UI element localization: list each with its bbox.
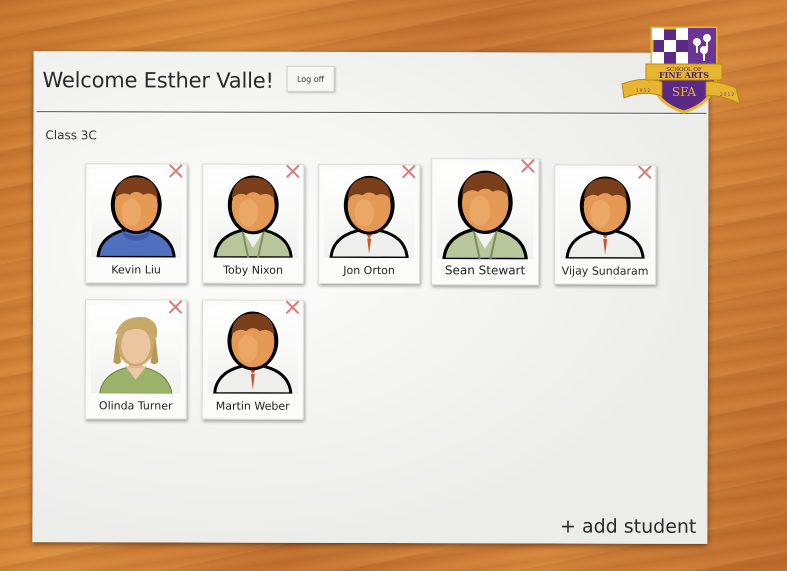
class-name-label: Class 3C [45, 128, 97, 143]
add-student-button[interactable]: + add student [560, 515, 696, 537]
remove-student-icon[interactable] [401, 164, 416, 179]
svg-text:FINE ARTS: FINE ARTS [659, 70, 709, 80]
student-name: Kevin Liu [111, 263, 161, 277]
school-crest-logo: SCHOOL OF FINE ARTS SFA 1 9 5 2 2 0 1 2 [621, 26, 741, 114]
student-avatar [90, 305, 181, 394]
student-card[interactable]: Sean Stewart [431, 158, 540, 286]
student-name: Vijay Sundaram [561, 264, 649, 278]
header-divider [36, 111, 707, 114]
student-card[interactable]: Toby Nixon [202, 163, 305, 284]
svg-text:1 9 5 2: 1 9 5 2 [636, 88, 650, 93]
student-card[interactable]: Vijay Sundaram [554, 164, 657, 285]
student-name: Jon Orton [343, 263, 395, 278]
remove-student-icon[interactable] [168, 299, 183, 314]
page-title: Welcome Esther Valle! [42, 68, 274, 93]
student-card[interactable]: Olinda Turner [84, 299, 187, 420]
svg-text:SFA: SFA [672, 85, 697, 99]
student-avatar [560, 170, 651, 259]
log-off-button[interactable]: Log off [286, 65, 335, 92]
remove-student-icon[interactable] [285, 300, 300, 315]
student-card[interactable]: Jon Orton [318, 163, 421, 285]
student-avatar [207, 305, 298, 394]
remove-student-icon[interactable] [168, 163, 183, 178]
student-avatar [91, 169, 182, 258]
remove-student-icon[interactable] [285, 164, 300, 179]
student-card[interactable]: Kevin Liu [85, 163, 188, 284]
student-grid: Kevin Liu Toby Nixon Jon Orton Sean Stew… [34, 51, 709, 420]
remove-student-icon[interactable] [520, 158, 535, 173]
remove-student-icon[interactable] [637, 165, 652, 180]
student-name: Sean Stewart [444, 263, 526, 278]
student-name: Martin Weber [215, 399, 290, 413]
class-roster-panel: Welcome Esther Valle! Log off Class 3C K… [32, 51, 709, 544]
svg-text:2 0 1 2: 2 0 1 2 [720, 92, 734, 97]
student-avatar [208, 169, 299, 258]
student-avatar [324, 169, 415, 259]
student-name: Olinda Turner [98, 399, 173, 413]
student-name: Toby Nixon [223, 263, 283, 277]
student-card[interactable]: Martin Weber [201, 299, 304, 420]
student-avatar [437, 164, 534, 260]
